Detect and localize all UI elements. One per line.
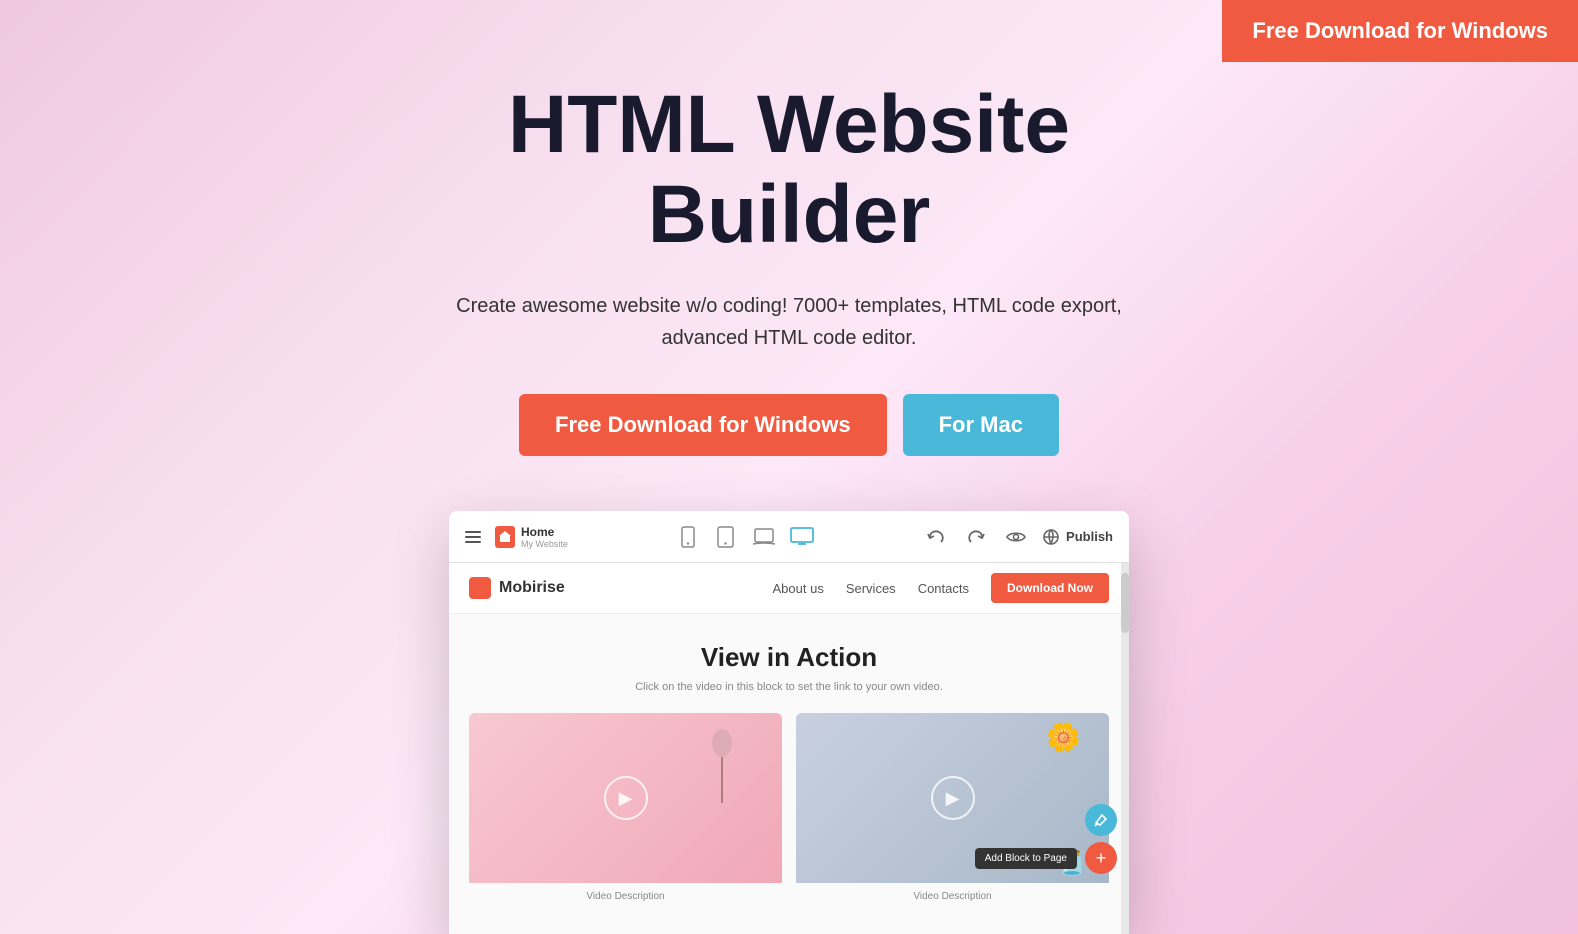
top-download-button[interactable]: Free Download for Windows bbox=[1222, 0, 1578, 62]
flower-decoration: 🌼 bbox=[1046, 721, 1081, 754]
video-desc-1: Video Description bbox=[469, 891, 782, 906]
scrollbar-thumb bbox=[1121, 573, 1129, 633]
publish-button[interactable]: Publish bbox=[1042, 529, 1113, 545]
brand-name: Mobirise bbox=[499, 579, 565, 597]
heading-line2: Builder bbox=[648, 169, 930, 260]
preview-button[interactable] bbox=[1002, 523, 1030, 551]
redo-button[interactable] bbox=[962, 523, 990, 551]
desktop-view-icon[interactable] bbox=[788, 526, 816, 548]
tab-title: Home bbox=[521, 525, 568, 539]
nav-link-contacts[interactable]: Contacts bbox=[918, 581, 969, 596]
publish-label: Publish bbox=[1066, 529, 1113, 544]
home-tab[interactable]: Home My Website bbox=[495, 525, 568, 549]
app-toolbar: Home My Website bbox=[449, 511, 1129, 563]
app-nav-links: About us Services Contacts Download Now bbox=[773, 573, 1110, 603]
video-card-1: ▶ Video Description bbox=[469, 713, 782, 906]
content-heading: View in Action bbox=[469, 642, 1109, 673]
hero-subtext: Create awesome website w/o coding! 7000+… bbox=[439, 290, 1139, 354]
toolbar-right: Publish bbox=[922, 523, 1113, 551]
app-nav: Mobirise About us Services Contacts Down… bbox=[449, 563, 1129, 614]
video-desc-2: Video Description bbox=[796, 891, 1109, 906]
add-fab-button[interactable]: + bbox=[1085, 842, 1117, 874]
toolbar-left: Home My Website bbox=[465, 525, 568, 549]
main-content: HTML Website Builder Create awesome webs… bbox=[0, 0, 1578, 934]
heading-line1: HTML Website bbox=[508, 79, 1070, 170]
cta-row: Free Download for Windows For Mac bbox=[519, 394, 1059, 456]
undo-button[interactable] bbox=[922, 523, 950, 551]
add-block-row: Add Block to Page + bbox=[975, 842, 1117, 874]
nav-link-about[interactable]: About us bbox=[773, 581, 824, 596]
app-content: View in Action Click on the video in thi… bbox=[449, 614, 1129, 934]
toolbar-center bbox=[674, 526, 816, 548]
download-mac-button[interactable]: For Mac bbox=[903, 394, 1059, 456]
download-windows-button[interactable]: Free Download for Windows bbox=[519, 394, 887, 456]
content-subtext: Click on the video in this block to set … bbox=[469, 681, 1109, 693]
home-tab-text: Home My Website bbox=[521, 525, 568, 549]
brand-icon bbox=[469, 577, 491, 599]
laptop-view-icon[interactable] bbox=[750, 526, 778, 548]
tablet-view-icon[interactable] bbox=[712, 526, 740, 548]
play-button-1[interactable]: ▶ bbox=[604, 776, 648, 820]
mobile-view-icon[interactable] bbox=[674, 526, 702, 548]
add-block-tooltip: Add Block to Page bbox=[975, 848, 1077, 869]
video-thumb-1[interactable]: ▶ bbox=[469, 713, 782, 883]
edit-fab-button[interactable] bbox=[1085, 804, 1117, 836]
app-nav-brand: Mobirise bbox=[469, 577, 565, 599]
hero-heading: HTML Website Builder bbox=[508, 80, 1070, 260]
tab-sub: My Website bbox=[521, 539, 568, 549]
home-icon bbox=[495, 526, 515, 548]
app-scrollbar[interactable] bbox=[1121, 563, 1129, 934]
nav-link-services[interactable]: Services bbox=[846, 581, 896, 596]
nav-cta-button[interactable]: Download Now bbox=[991, 573, 1109, 603]
app-window-mockup: Home My Website bbox=[449, 511, 1129, 934]
play-button-2[interactable]: ▶ bbox=[931, 776, 975, 820]
fab-container: Add Block to Page + bbox=[975, 804, 1117, 874]
hamburger-icon[interactable] bbox=[465, 531, 481, 543]
